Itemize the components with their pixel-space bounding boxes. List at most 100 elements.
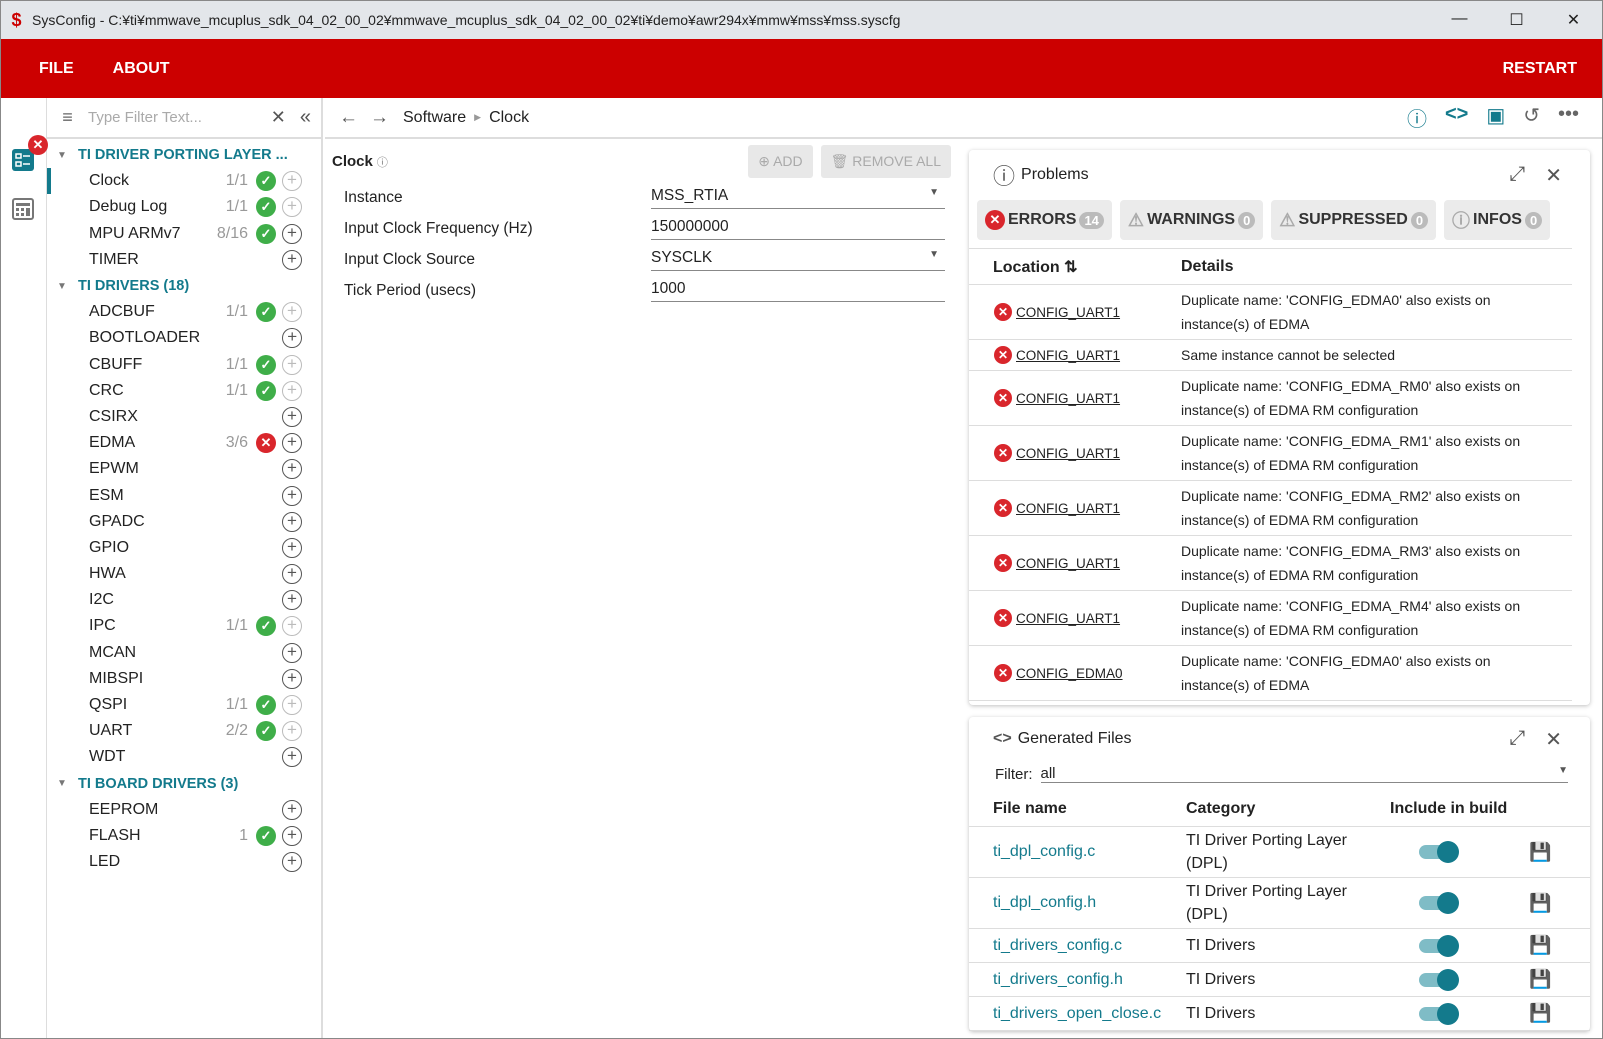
- location-column-header[interactable]: Location ⇅: [969, 257, 1181, 277]
- location-link[interactable]: CONFIG_EDMA0: [1016, 666, 1123, 681]
- field-select[interactable]: MSS_RTIA ▼: [651, 187, 945, 209]
- location-link[interactable]: CONFIG_UART1: [1016, 556, 1120, 571]
- location-link[interactable]: CONFIG_UART1: [1016, 305, 1120, 320]
- include-in-build-toggle[interactable]: [1418, 934, 1459, 957]
- tree-group-header[interactable]: ▼ TI DRIVERS (18): [47, 273, 321, 299]
- save-icon[interactable]: 💾: [1529, 893, 1551, 914]
- tab-errors[interactable]: ✕ ERRORS 14: [977, 200, 1112, 240]
- add-instance-icon[interactable]: +: [282, 223, 302, 244]
- tree-item-hwa[interactable]: HWA +: [47, 561, 321, 587]
- clear-filter-icon[interactable]: ✕: [271, 107, 286, 128]
- menu-about[interactable]: ABOUT: [113, 60, 170, 78]
- tree-item-edma[interactable]: EDMA 3/6 ✕ +: [47, 430, 321, 456]
- collapse-triangle-icon[interactable]: ▼: [57, 281, 78, 292]
- add-instance-icon[interactable]: +: [282, 433, 302, 454]
- add-instance-icon[interactable]: +: [282, 485, 302, 506]
- tree-item-qspi[interactable]: QSPI 1/1 ✓ +: [47, 692, 321, 718]
- include-in-build-toggle[interactable]: [1418, 968, 1459, 991]
- add-instance-icon[interactable]: +: [282, 616, 302, 637]
- location-link[interactable]: CONFIG_UART1: [1016, 348, 1120, 363]
- add-instance-icon[interactable]: +: [282, 747, 302, 768]
- field-select[interactable]: SYSCLK ▼: [651, 249, 945, 271]
- tree-item-gpadc[interactable]: GPADC +: [47, 509, 321, 535]
- file-name-link[interactable]: ti_drivers_config.h: [969, 971, 1186, 989]
- tree-item-uart[interactable]: UART 2/2 ✓ +: [47, 718, 321, 744]
- add-instance-icon[interactable]: +: [282, 825, 302, 846]
- add-instance-icon[interactable]: +: [282, 354, 302, 375]
- close-window-button[interactable]: ✕: [1545, 10, 1602, 30]
- file-name-link[interactable]: ti_drivers_open_close.c: [969, 1005, 1186, 1023]
- tree-item-flash[interactable]: FLASH 1 ✓ +: [47, 823, 321, 849]
- tree-item-mpu-armv7[interactable]: MPU ARMv7 8/16 ✓ +: [47, 221, 321, 247]
- include-in-build-toggle[interactable]: [1418, 841, 1459, 863]
- file-name-link[interactable]: ti_drivers_config.c: [969, 937, 1186, 955]
- collapse-sidebar-icon[interactable]: «: [300, 106, 311, 129]
- add-instance-icon[interactable]: +: [282, 302, 302, 323]
- tree-item-wdt[interactable]: WDT +: [47, 744, 321, 770]
- field-input[interactable]: 150000000: [651, 218, 945, 240]
- location-link[interactable]: CONFIG_UART1: [1016, 501, 1120, 516]
- add-instance-icon[interactable]: +: [282, 590, 302, 611]
- tab-suppressed[interactable]: ⚠ SUPPRESSED 0: [1271, 200, 1437, 240]
- tree-item-timer[interactable]: TIMER +: [47, 247, 321, 273]
- tree-item-crc[interactable]: CRC 1/1 ✓ +: [47, 378, 321, 404]
- tree-item-cbuff[interactable]: CBUFF 1/1 ✓ +: [47, 352, 321, 378]
- save-icon[interactable]: 💾: [1529, 935, 1551, 956]
- file-name-link[interactable]: ti_dpl_config.h: [969, 894, 1186, 912]
- add-instance-icon[interactable]: +: [282, 799, 302, 820]
- add-instance-icon[interactable]: +: [282, 695, 302, 716]
- tree-item-epwm[interactable]: EPWM +: [47, 456, 321, 482]
- generated-files-code-icon[interactable]: <>: [1445, 103, 1468, 132]
- help-icon[interactable]: ⓘ: [377, 154, 388, 170]
- tree-item-mcan[interactable]: MCAN +: [47, 640, 321, 666]
- remove-all-button[interactable]: 🗑 REMOVE ALL: [820, 145, 951, 178]
- field-input[interactable]: 1000: [651, 280, 945, 302]
- save-icon[interactable]: 💾: [1529, 969, 1551, 990]
- maximize-button[interactable]: ☐: [1488, 10, 1545, 30]
- collapse-triangle-icon[interactable]: ▼: [57, 150, 78, 161]
- tree-item-csirx[interactable]: CSIRX +: [47, 404, 321, 430]
- add-instance-icon[interactable]: +: [282, 564, 302, 585]
- add-instance-icon[interactable]: +: [282, 406, 302, 427]
- expand-icon[interactable]: ⤢: [1509, 163, 1525, 188]
- tree-item-mibspi[interactable]: MIBSPI +: [47, 666, 321, 692]
- add-instance-icon[interactable]: +: [282, 537, 302, 558]
- expand-icon[interactable]: ⤢: [1509, 727, 1525, 752]
- add-instance-icon[interactable]: +: [282, 197, 302, 218]
- sort-icon[interactable]: ⇅: [1064, 259, 1077, 276]
- memory-view-icon[interactable]: [12, 198, 34, 220]
- add-instance-icon[interactable]: +: [282, 328, 302, 349]
- tree-item-gpio[interactable]: GPIO +: [47, 535, 321, 561]
- breadcrumb-software[interactable]: Software: [403, 109, 466, 127]
- add-button[interactable]: ⊕ ADD: [748, 145, 813, 178]
- problems-info-icon[interactable]: ⓘ: [1407, 103, 1427, 132]
- add-instance-icon[interactable]: +: [282, 171, 302, 192]
- location-link[interactable]: CONFIG_UART1: [1016, 391, 1120, 406]
- tab-warnings[interactable]: ⚠ WARNINGS 0: [1119, 200, 1264, 240]
- tree-item-i2c[interactable]: I2C +: [47, 587, 321, 613]
- minimize-button[interactable]: —: [1431, 10, 1488, 30]
- file-name-link[interactable]: ti_dpl_config.c: [969, 843, 1186, 861]
- tree-item-eeprom[interactable]: EEPROM +: [47, 797, 321, 823]
- history-icon[interactable]: ↺: [1523, 103, 1540, 132]
- close-panel-icon[interactable]: ✕: [1545, 727, 1562, 752]
- include-in-build-toggle[interactable]: [1418, 892, 1459, 914]
- add-instance-icon[interactable]: +: [282, 249, 302, 270]
- tree-item-ipc[interactable]: IPC 1/1 ✓ +: [47, 613, 321, 639]
- close-panel-icon[interactable]: ✕: [1545, 163, 1562, 188]
- include-in-build-toggle[interactable]: [1418, 1002, 1459, 1025]
- filter-input[interactable]: Type Filter Text...: [88, 109, 271, 126]
- save-icon[interactable]: 💾: [1529, 842, 1551, 863]
- tree-item-debug-log[interactable]: Debug Log 1/1 ✓ +: [47, 194, 321, 220]
- add-instance-icon[interactable]: +: [282, 721, 302, 742]
- more-options-icon[interactable]: •••: [1558, 103, 1579, 132]
- tree-item-led[interactable]: LED +: [47, 849, 321, 875]
- add-instance-icon[interactable]: +: [282, 668, 302, 689]
- device-chip-icon[interactable]: ▣: [1486, 103, 1505, 132]
- file-filter-select[interactable]: all ▼: [1040, 765, 1568, 783]
- location-link[interactable]: CONFIG_UART1: [1016, 446, 1120, 461]
- collapse-triangle-icon[interactable]: ▼: [57, 778, 78, 789]
- add-instance-icon[interactable]: +: [282, 511, 302, 532]
- tree-group-header[interactable]: ▼ TI DRIVER PORTING LAYER ...: [47, 142, 321, 168]
- back-arrow-icon[interactable]: ←: [339, 107, 358, 129]
